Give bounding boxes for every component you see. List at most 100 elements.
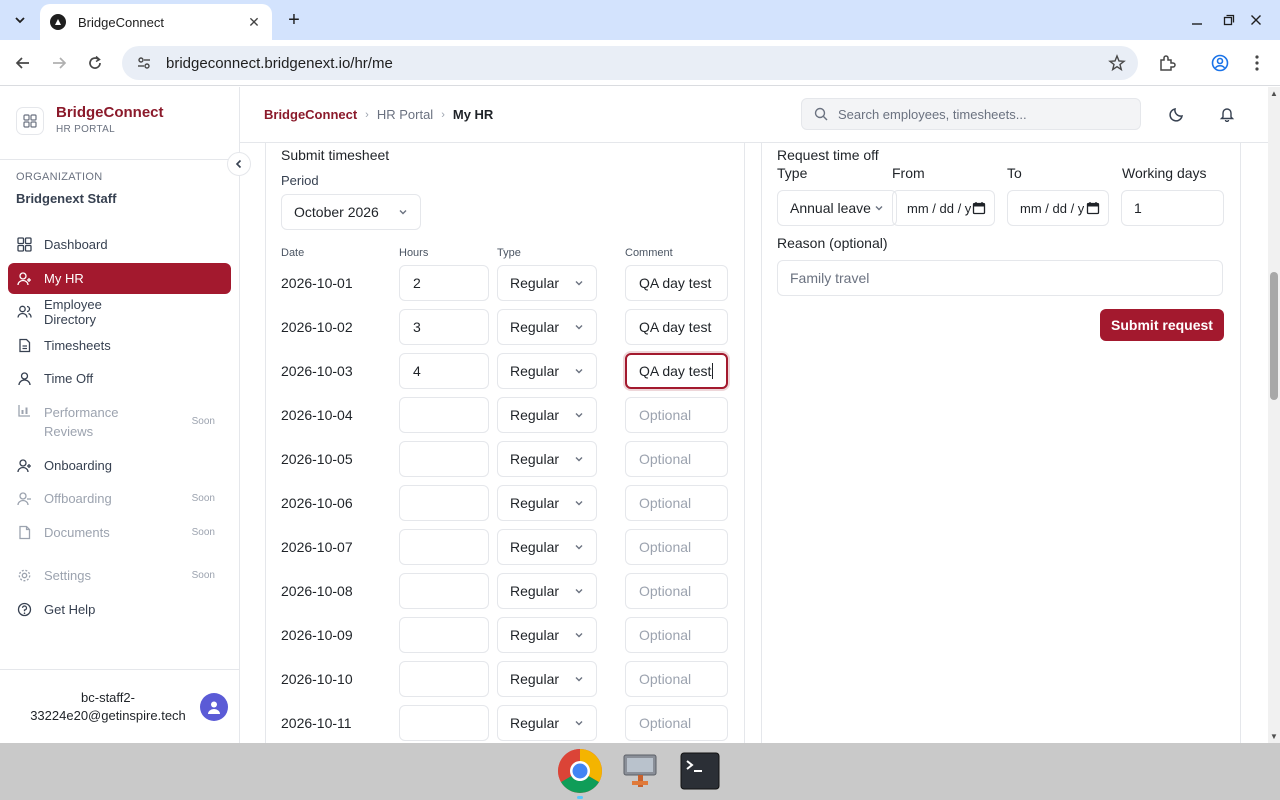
hours-input[interactable] xyxy=(399,529,489,565)
forward-icon[interactable] xyxy=(46,50,72,76)
type-select[interactable]: Regular xyxy=(497,529,597,565)
sidebar-item-onboarding[interactable]: Onboarding xyxy=(8,450,231,481)
type-select[interactable]: Regular xyxy=(497,265,597,301)
new-tab-button[interactable]: + xyxy=(282,8,306,32)
scroll-up-arrow-icon[interactable]: ▲ xyxy=(1268,89,1280,98)
working-days-input[interactable]: 1 xyxy=(1121,190,1224,226)
comment-input[interactable]: Optional xyxy=(625,529,728,565)
tab-close-icon[interactable]: ✕ xyxy=(246,14,262,31)
sidebar-item-documents[interactable]: Documents Soon xyxy=(8,517,231,548)
text-caret xyxy=(712,363,714,379)
from-label: From xyxy=(892,165,925,181)
sidebar-item-performance-reviews[interactable]: Performance Reviews Soon xyxy=(8,397,231,447)
comment-input[interactable]: QA day test xyxy=(625,309,728,345)
breadcrumb-chevron-icon: › xyxy=(365,108,369,121)
browser-menu-icon[interactable] xyxy=(1246,52,1268,74)
close-window-icon[interactable] xyxy=(1244,8,1268,32)
back-icon[interactable] xyxy=(10,50,36,76)
hours-input[interactable]: 3 xyxy=(399,309,489,345)
bookmark-star-icon[interactable] xyxy=(1108,54,1126,75)
chrome-app-icon[interactable] xyxy=(555,746,605,796)
profile-icon[interactable] xyxy=(1209,52,1231,74)
scroll-down-arrow-icon[interactable]: ▼ xyxy=(1268,732,1280,741)
hours-input[interactable] xyxy=(399,705,489,741)
leave-type-select[interactable]: Annual leave xyxy=(777,190,897,226)
comment-input[interactable]: Optional xyxy=(625,617,728,653)
brand[interactable]: BridgeConnect HR PORTAL xyxy=(16,104,164,135)
type-select[interactable]: Regular xyxy=(497,617,597,653)
comment-input[interactable]: Optional xyxy=(625,705,728,741)
type-select[interactable]: Regular xyxy=(497,397,597,433)
browser-tab[interactable]: BridgeConnect ✕ xyxy=(40,4,272,40)
sidebar-item-label: My HR xyxy=(44,270,84,286)
running-indicator xyxy=(577,796,583,799)
calendar-icon[interactable] xyxy=(1086,201,1100,215)
comment-input[interactable]: Optional xyxy=(625,485,728,521)
comment-input[interactable]: Optional xyxy=(625,573,728,609)
sidebar-item-employee-directory[interactable]: Employee Directory xyxy=(8,296,231,327)
reload-icon[interactable] xyxy=(82,50,108,76)
comment-input[interactable]: Optional xyxy=(625,397,728,433)
scroll-thumb[interactable] xyxy=(1270,272,1278,400)
type-select[interactable]: Regular xyxy=(497,705,597,741)
type-select[interactable]: Regular xyxy=(497,309,597,345)
sidebar-item-dashboard[interactable]: Dashboard xyxy=(8,229,231,260)
row-date: 2026-10-08 xyxy=(281,583,353,599)
tab-search-chevron-icon[interactable] xyxy=(6,8,34,32)
hours-input[interactable] xyxy=(399,573,489,609)
breadcrumb-home[interactable]: BridgeConnect xyxy=(264,107,357,122)
restore-icon[interactable] xyxy=(1217,8,1241,32)
address-bar[interactable]: bridgeconnect.bridgenext.io/hr/me xyxy=(122,46,1138,80)
chevron-down-icon xyxy=(398,207,408,217)
extensions-puzzle-icon[interactable] xyxy=(1156,52,1178,74)
org-name[interactable]: Bridgenext Staff xyxy=(16,191,116,206)
hours-input[interactable]: 2 xyxy=(399,265,489,301)
comment-input[interactable]: QA day test xyxy=(625,353,728,389)
sidebar-item-time-off[interactable]: Time Off xyxy=(8,363,231,394)
comment-input[interactable]: Optional xyxy=(625,661,728,697)
hours-input[interactable] xyxy=(399,397,489,433)
search-input[interactable]: Search employees, timesheets... xyxy=(801,98,1141,130)
help-icon xyxy=(16,601,32,617)
comment-input[interactable]: Optional xyxy=(625,441,728,477)
breadcrumb-hr-portal[interactable]: HR Portal xyxy=(377,107,433,122)
to-date-input[interactable]: mm / dd / yyyy xyxy=(1007,190,1109,226)
sidebar-item-get-help[interactable]: Get Help xyxy=(8,594,231,625)
comment-input[interactable]: QA day test xyxy=(625,265,728,301)
sidebar-item-my-hr[interactable]: My HR xyxy=(8,262,231,294)
calendar-icon[interactable] xyxy=(972,201,986,215)
hours-input[interactable]: 4 xyxy=(399,353,489,389)
from-date-input[interactable]: mm / dd / yyyy xyxy=(892,190,995,226)
minimize-icon[interactable] xyxy=(1185,8,1209,32)
type-select[interactable]: Regular xyxy=(497,441,597,477)
chevron-down-icon xyxy=(574,718,584,728)
hours-input[interactable] xyxy=(399,485,489,521)
reason-input[interactable]: Family travel xyxy=(777,260,1223,296)
sidebar-divider xyxy=(0,159,240,160)
type-select[interactable]: Regular xyxy=(497,573,597,609)
type-select[interactable]: Regular xyxy=(497,661,597,697)
sidebar-bottom-divider xyxy=(0,669,240,670)
hours-input[interactable] xyxy=(399,617,489,653)
sidebar-item-offboarding[interactable]: Offboarding Soon xyxy=(8,483,231,514)
avatar[interactable] xyxy=(200,693,228,721)
search-icon xyxy=(814,107,828,121)
hours-input[interactable] xyxy=(399,661,489,697)
period-select[interactable]: October 2026 xyxy=(281,194,421,230)
collapse-sidebar-button[interactable] xyxy=(227,152,251,176)
site-info-icon[interactable] xyxy=(136,55,152,71)
hours-input[interactable] xyxy=(399,441,489,477)
sidebar-item-label: Documents xyxy=(44,524,110,540)
type-select[interactable]: Regular xyxy=(497,353,597,389)
notifications-bell-icon[interactable] xyxy=(1217,104,1237,124)
network-app-icon[interactable] xyxy=(615,746,665,796)
sidebar-item-settings[interactable]: Settings Soon xyxy=(8,560,231,591)
submit-request-button[interactable]: Submit request xyxy=(1100,309,1224,341)
soon-badge: Soon xyxy=(191,415,215,427)
terminal-app-icon[interactable] xyxy=(675,746,725,796)
type-select[interactable]: Regular xyxy=(497,485,597,521)
page-scrollbar[interactable]: ▲ ▼ xyxy=(1268,87,1280,743)
theme-toggle-moon-icon[interactable] xyxy=(1167,104,1187,124)
sidebar-item-timesheets[interactable]: Timesheets xyxy=(8,330,231,361)
column-header-comment: Comment xyxy=(625,247,673,259)
